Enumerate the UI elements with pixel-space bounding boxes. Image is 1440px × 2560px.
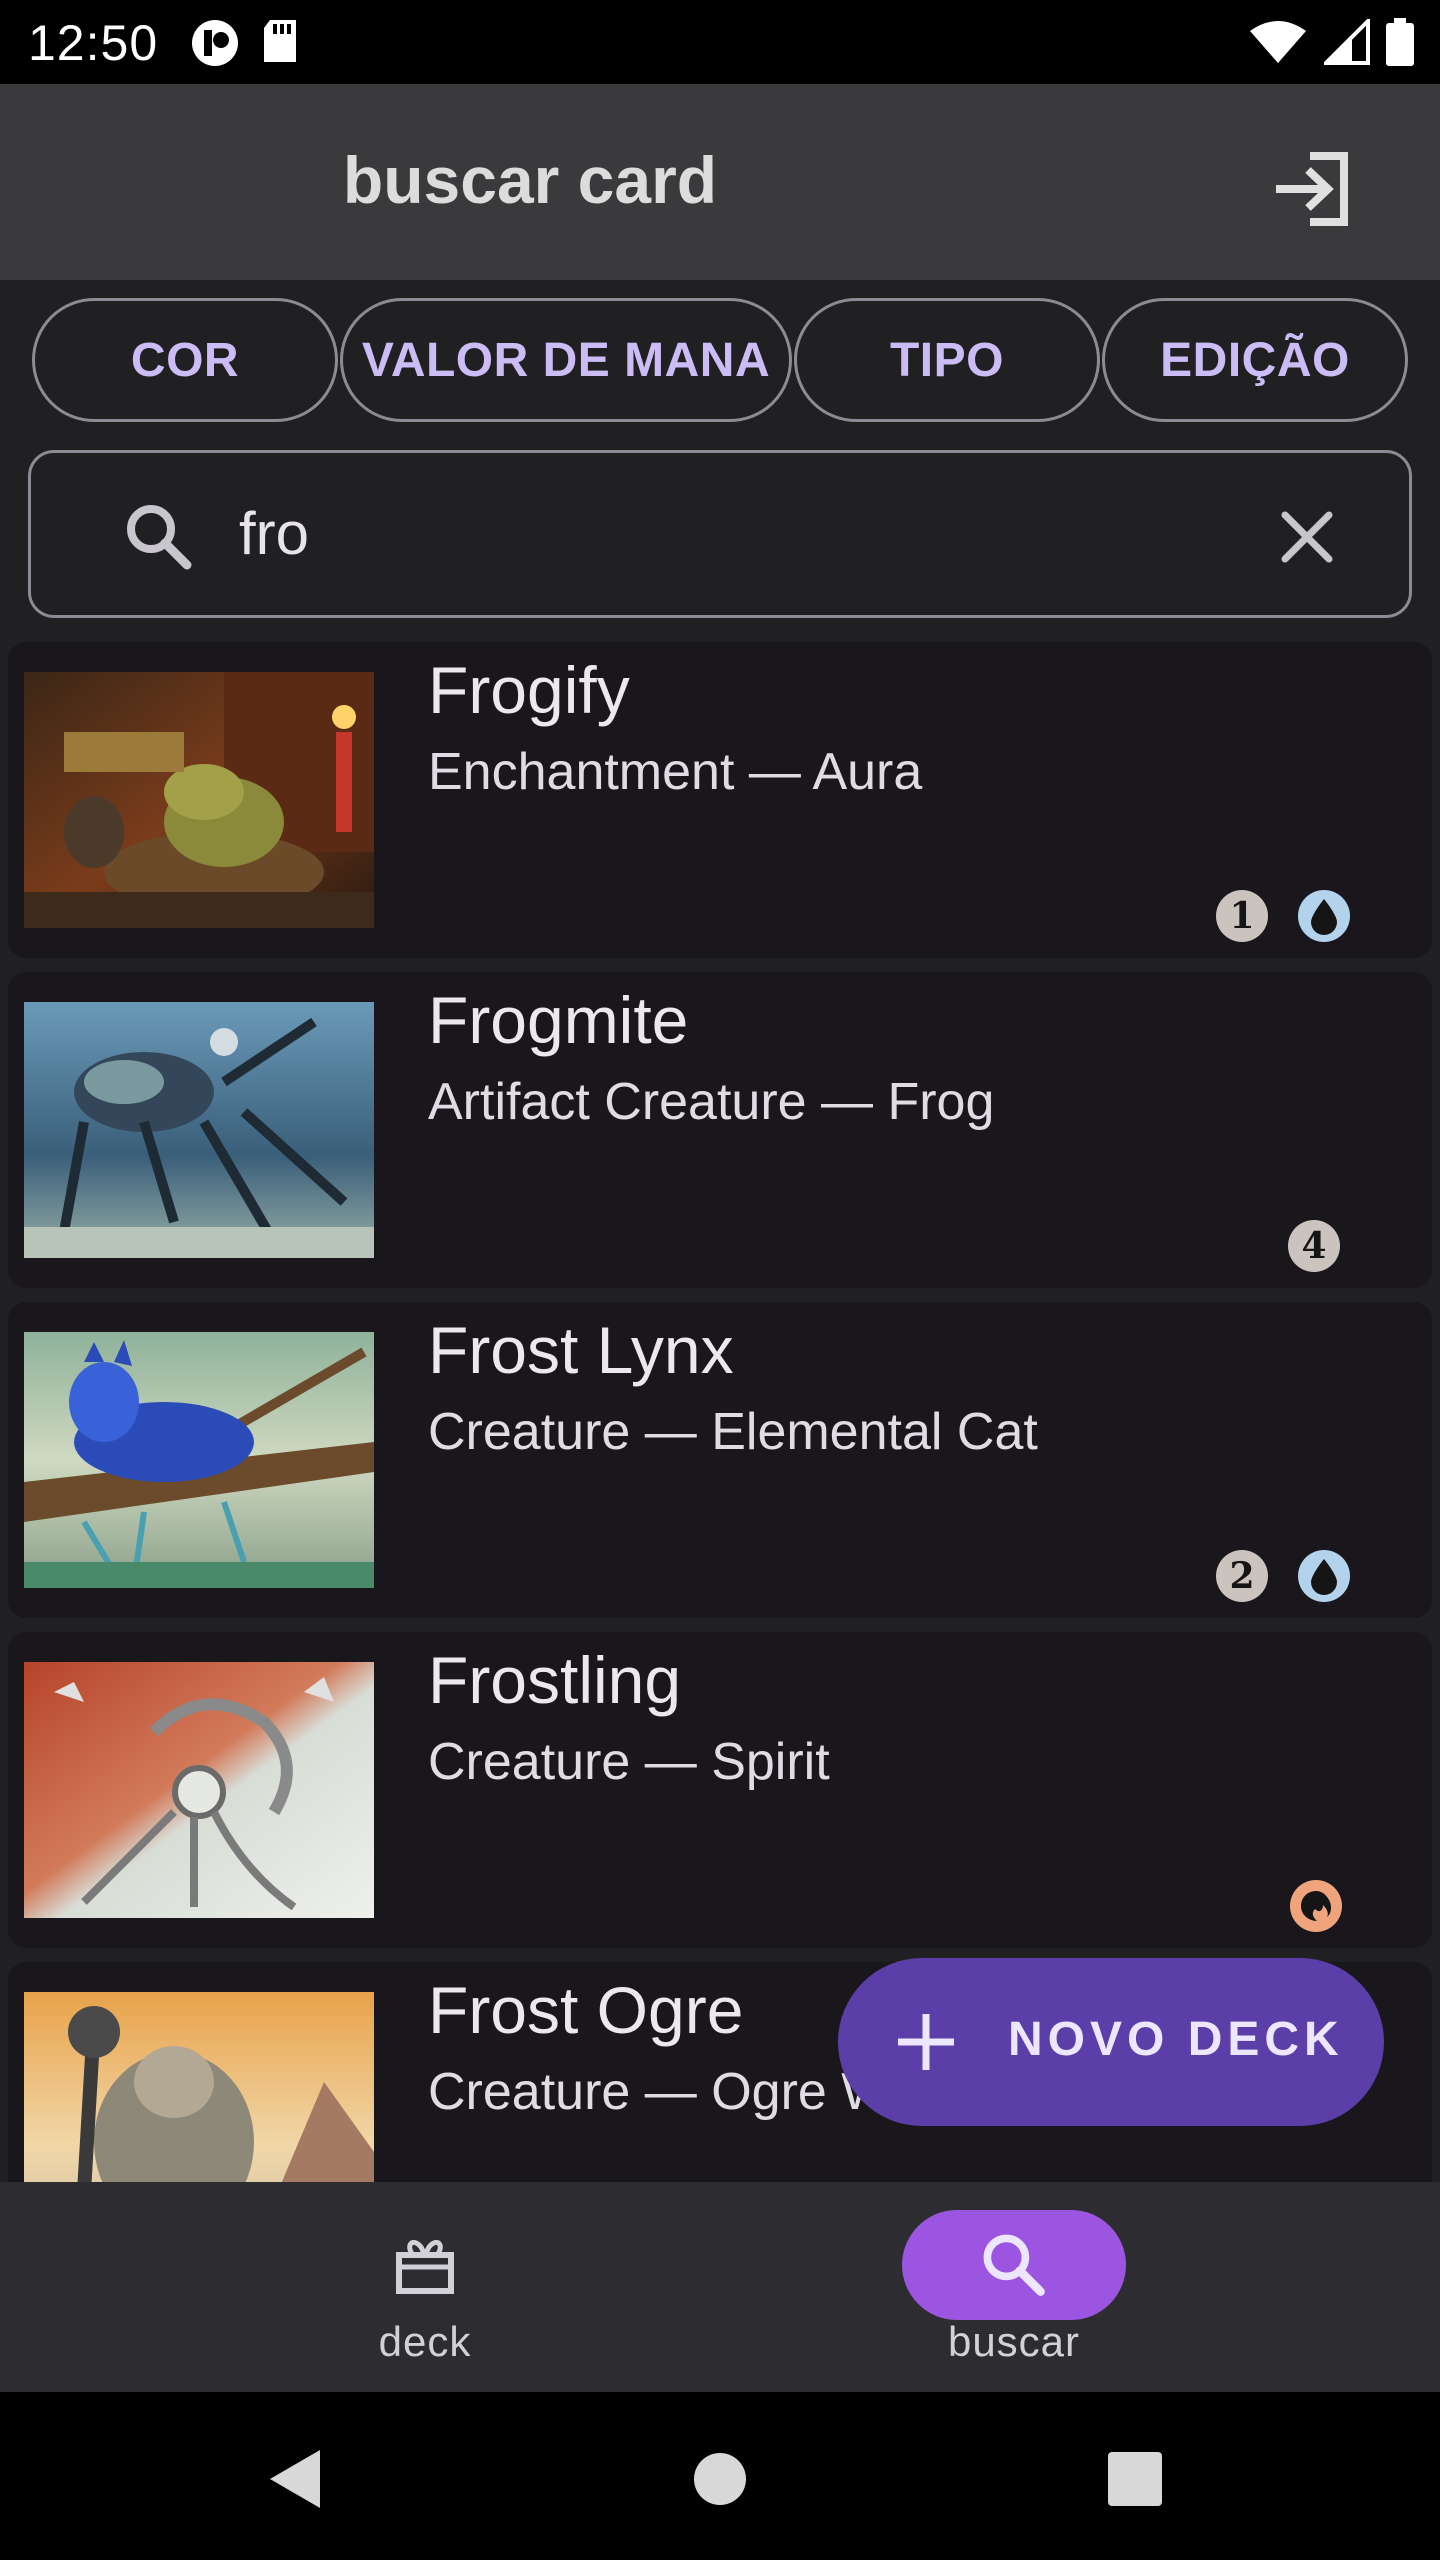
filter-chip-cor[interactable]: COR: [32, 298, 338, 422]
nav-item-deck[interactable]: deck: [275, 2182, 575, 2392]
mana-cost: 4: [1288, 1220, 1340, 1272]
nav-label-deck: deck: [378, 2318, 472, 2365]
nav-pill-active: [902, 2210, 1126, 2320]
status-bar: 12:50: [0, 0, 1440, 84]
filter-chip-valor-de-mana[interactable]: VALOR DE MANA: [340, 298, 792, 422]
card-name: Frost Lynx: [428, 1313, 734, 1387]
mana-generic-icon: 4: [1288, 1220, 1340, 1272]
card-art-image: [24, 1332, 374, 1588]
card-type-line: Creature — Elemental Cat: [428, 1403, 1038, 1461]
search-field[interactable]: fro: [28, 450, 1412, 618]
system-status-icons: [1248, 18, 1414, 66]
system-navigation-bar: [0, 2392, 1440, 2560]
card-name: Frogmite: [428, 983, 689, 1057]
signal-icon: [1324, 19, 1370, 65]
home-icon[interactable]: [685, 2444, 755, 2514]
app-notification-icon: [192, 20, 238, 66]
search-icon: [119, 497, 199, 577]
new-deck-button[interactable]: NOVO DECK: [838, 1958, 1384, 2126]
card-type-line: Creature — Spirit: [428, 1733, 830, 1791]
recents-icon[interactable]: [1100, 2444, 1170, 2514]
card-art-image: [24, 1002, 374, 1258]
nav-pill: [313, 2210, 537, 2320]
card-list-item[interactable]: Frogify Enchantment — Aura 1: [8, 642, 1432, 958]
filter-chip-tipo[interactable]: TIPO: [794, 298, 1100, 422]
mana-cost: 1: [1216, 890, 1350, 942]
card-art-image: [24, 672, 374, 928]
page-title: buscar card: [342, 143, 718, 217]
card-name: Frostling: [428, 1643, 682, 1717]
mana-cost: [1290, 1880, 1342, 1932]
search-icon: [983, 2234, 1045, 2296]
card-name: Frogify: [428, 653, 630, 727]
login-icon: [1276, 152, 1348, 226]
mana-generic-icon: 2: [1216, 1550, 1268, 1602]
mana-red-icon: [1290, 1880, 1342, 1932]
status-time: 12:50: [28, 15, 159, 71]
mana-blue-icon: [1298, 1550, 1350, 1602]
wifi-icon: [1250, 21, 1306, 63]
mana-generic-icon: 1: [1216, 890, 1268, 942]
login-button[interactable]: [1270, 144, 1360, 234]
app-bar: buscar card: [0, 84, 1440, 280]
close-icon: [1281, 511, 1333, 563]
cards-icon: [396, 2240, 454, 2294]
card-type-line: Artifact Creature — Frog: [428, 1073, 995, 1131]
card-type-line: Enchantment — Aura: [428, 743, 923, 801]
bottom-navigation: deck buscar: [0, 2182, 1440, 2392]
nav-item-buscar[interactable]: buscar: [864, 2182, 1164, 2392]
card-art-image: [24, 1662, 374, 1918]
search-input[interactable]: fro: [239, 499, 309, 568]
notification-icons: [190, 18, 300, 68]
card-list-item[interactable]: Frogmite Artifact Creature — Frog 4: [8, 972, 1432, 1288]
mana-cost: 2: [1216, 1550, 1350, 1602]
search-screen: COR VALOR DE MANA TIPO EDIÇÃO fro Frogif…: [0, 280, 1440, 2182]
clear-search-button[interactable]: [1267, 497, 1347, 577]
mana-blue-icon: [1298, 890, 1350, 942]
card-art-image: [24, 1992, 374, 2182]
sd-card-icon: [264, 20, 296, 62]
back-icon[interactable]: [262, 2444, 332, 2514]
new-deck-label: NOVO DECK: [1008, 2013, 1344, 2066]
card-list-item[interactable]: Frostling Creature — Spirit: [8, 1632, 1432, 1948]
nav-label-buscar: buscar: [947, 2318, 1081, 2365]
battery-icon: [1386, 18, 1414, 66]
filter-chip-edicao[interactable]: EDIÇÃO: [1102, 298, 1408, 422]
card-list-item[interactable]: Frost Lynx Creature — Elemental Cat 2: [8, 1302, 1432, 1618]
plus-icon: [898, 2014, 954, 2070]
card-name: Frost Ogre: [428, 1973, 744, 2047]
